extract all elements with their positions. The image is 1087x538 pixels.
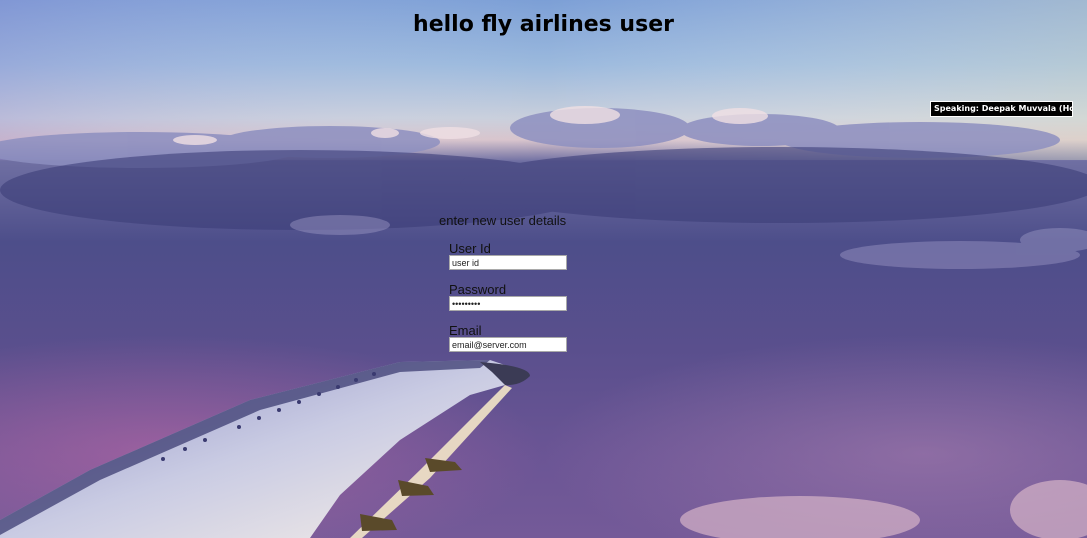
email-label: Email — [449, 323, 482, 338]
email-input[interactable] — [449, 337, 567, 352]
user-id-label: User Id — [449, 241, 491, 256]
page-title: hello fly airlines user — [413, 12, 674, 37]
password-input[interactable] — [449, 296, 567, 311]
user-id-input[interactable] — [449, 255, 567, 270]
app-page: hello fly airlines user Speaking: Deepak… — [0, 0, 1087, 538]
speaking-indicator-badge: Speaking: Deepak Muvvala (Host) — [930, 101, 1073, 117]
form-heading: enter new user details — [439, 213, 567, 228]
password-label: Password — [449, 282, 507, 297]
